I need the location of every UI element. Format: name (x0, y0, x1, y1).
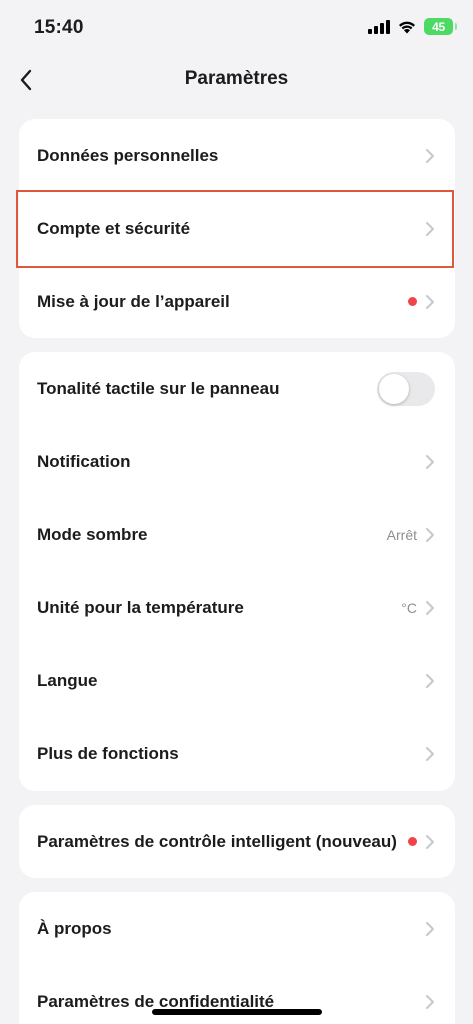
row-label: Mise à jour de l’appareil (37, 291, 230, 311)
toggle-knob (379, 373, 409, 404)
battery-icon: 45 (424, 18, 457, 35)
status-icons: 45 (368, 18, 457, 35)
row-touch-tone: Tonalité tactile sur le panneau (19, 352, 455, 425)
chevron-right-icon (426, 921, 434, 936)
nav-bar: Paramètres (0, 56, 473, 104)
row-label: À propos (37, 918, 112, 938)
row-dark-mode[interactable]: Mode sombre Arrêt (19, 498, 455, 571)
row-more-functions[interactable]: Plus de fonctions (19, 717, 455, 790)
touch-tone-toggle[interactable] (377, 371, 435, 406)
row-smart-control-settings[interactable]: Paramètres de contrôle intelligent (nouv… (19, 805, 455, 878)
row-label: Tonalité tactile sur le panneau (37, 378, 280, 398)
row-label: Unité pour la température (37, 597, 244, 617)
page-title: Paramètres (184, 68, 289, 89)
row-privacy-settings[interactable]: Paramètres de confidentialité (19, 965, 455, 1024)
chevron-right-icon (426, 294, 434, 309)
row-about[interactable]: À propos (19, 892, 455, 965)
chevron-right-icon (426, 454, 434, 469)
chevron-right-icon (426, 527, 434, 542)
row-notification[interactable]: Notification (19, 425, 455, 498)
smart-control-badge-dot (408, 837, 417, 846)
chevron-right-icon (426, 673, 434, 688)
status-bar: 15:40 45 (0, 0, 473, 56)
settings-section-preferences: Tonalité tactile sur le panneau Notifica… (19, 352, 455, 791)
settings-section-smart-control: Paramètres de contrôle intelligent (nouv… (19, 805, 455, 878)
settings-section-account: Données personnelles Compte et sécurité … (19, 119, 455, 338)
update-badge-dot (408, 297, 417, 306)
battery-level: 45 (432, 19, 445, 34)
dark-mode-value: Arrêt (386, 526, 417, 543)
temperature-unit-value: °C (401, 599, 417, 616)
chevron-right-icon (426, 994, 434, 1009)
status-time: 15:40 (34, 17, 84, 38)
row-language[interactable]: Langue (19, 644, 455, 717)
row-label: Données personnelles (37, 145, 219, 165)
row-label: Paramètres de contrôle intelligent (nouv… (37, 831, 397, 851)
row-temperature-unit[interactable]: Unité pour la température °C (19, 571, 455, 644)
chevron-right-icon (426, 746, 434, 761)
chevron-right-icon (426, 148, 434, 163)
row-label: Plus de fonctions (37, 743, 179, 763)
settings-screen: 15:40 45 Paramètres Données personnelles… (0, 0, 473, 1024)
row-label: Compte et sécurité (37, 218, 191, 238)
row-device-update[interactable]: Mise à jour de l’appareil (19, 265, 455, 338)
cellular-signal-icon (368, 19, 390, 34)
row-label: Mode sombre (37, 524, 148, 544)
chevron-right-icon (426, 221, 434, 236)
chevron-right-icon (426, 834, 434, 849)
row-label: Langue (37, 670, 98, 690)
settings-section-about: À propos Paramètres de confidentialité (19, 892, 455, 1024)
chevron-right-icon (426, 600, 434, 615)
row-label: Notification (37, 451, 131, 471)
row-personal-data[interactable]: Données personnelles (19, 119, 455, 192)
home-indicator[interactable] (152, 1009, 322, 1015)
wifi-icon (399, 21, 415, 34)
row-account-security[interactable]: Compte et sécurité (19, 192, 455, 265)
